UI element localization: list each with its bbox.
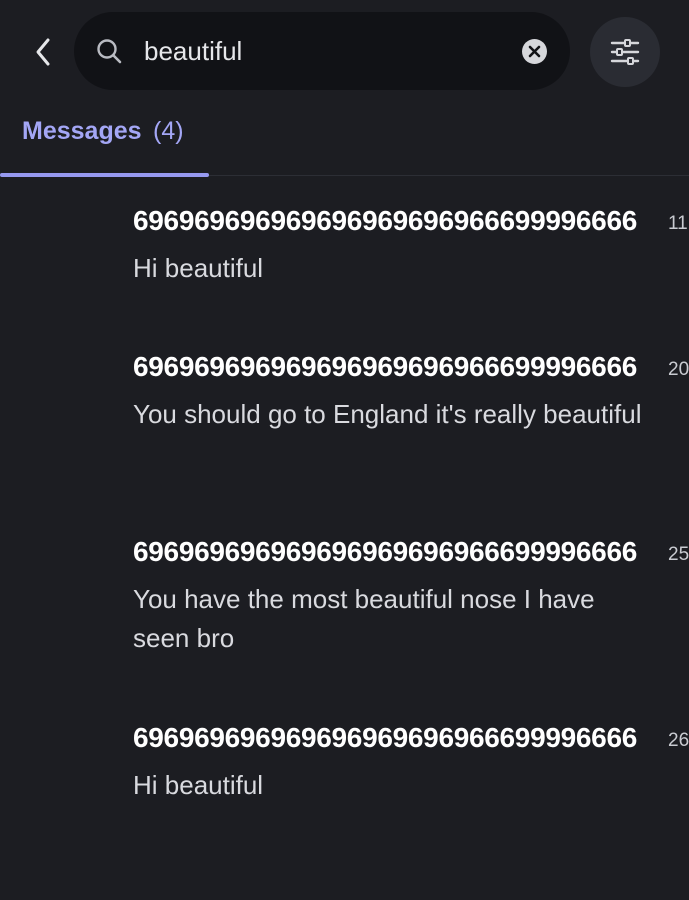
message-text: You should go to England it's really bea…	[133, 399, 642, 429]
message-author: 696969696969696969696966699996666	[133, 722, 637, 753]
tab-messages-count: (4)	[153, 117, 184, 145]
search-icon	[97, 39, 122, 64]
tab-messages-label: Messages	[22, 117, 142, 145]
search-result-item[interactable]: 696969696969696969696966699996666 20 You…	[0, 351, 689, 501]
search-input[interactable]	[144, 30, 514, 72]
clear-x-circle-icon	[528, 45, 541, 58]
search-result-item[interactable]: 696969696969696969696966699996666 26 Hi …	[0, 722, 689, 832]
search-screen: Messages (4) 696969696969696969696966699…	[0, 0, 689, 900]
message-text: Hi beautiful	[133, 253, 264, 283]
search-result-item[interactable]: 696969696969696969696966699996666 11 Hi …	[0, 205, 689, 315]
message-text: Hi beautiful	[133, 770, 264, 800]
message-timestamp: 26	[668, 730, 689, 751]
search-result-item[interactable]: 696969696969696969696966699996666 25 You…	[0, 536, 689, 686]
tab-bar: Messages (4)	[0, 100, 689, 177]
back-button[interactable]	[28, 34, 58, 70]
message-timestamp: 11	[668, 213, 688, 234]
filter-button[interactable]	[590, 17, 660, 87]
message-author: 696969696969696969696966699996666	[133, 536, 637, 567]
message-timestamp: 20	[668, 359, 689, 380]
search-header	[0, 0, 689, 100]
tab-messages[interactable]: Messages (4)	[0, 100, 209, 177]
search-results-list: 696969696969696969696966699996666 11 Hi …	[0, 177, 689, 900]
message-text: You have the most beautiful nose I have …	[133, 584, 595, 653]
clear-search-button[interactable]	[522, 39, 547, 64]
sliders-filter-icon	[610, 39, 640, 65]
search-bar[interactable]	[74, 12, 570, 90]
chevron-left-icon	[36, 38, 50, 66]
message-author: 696969696969696969696966699996666	[133, 205, 637, 236]
message-timestamp: 25	[668, 544, 689, 565]
message-author: 696969696969696969696966699996666	[133, 351, 637, 382]
